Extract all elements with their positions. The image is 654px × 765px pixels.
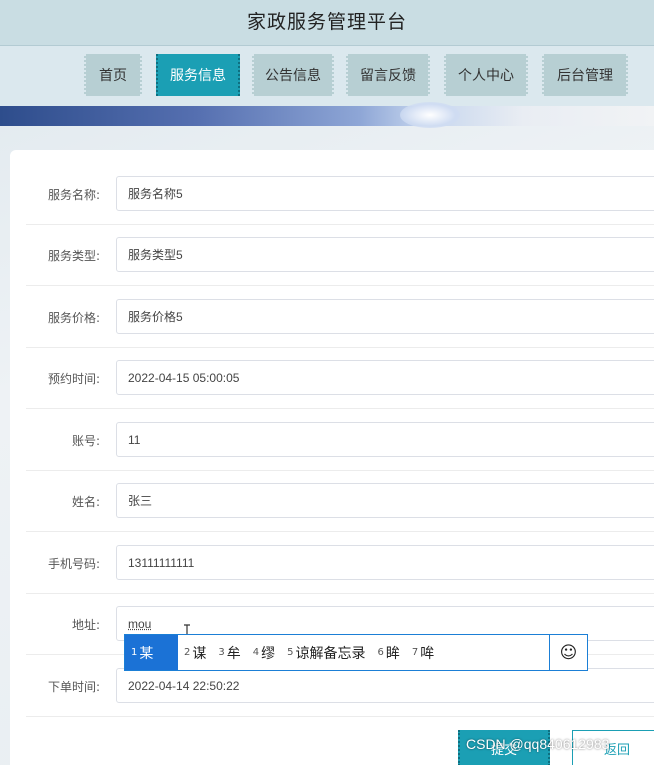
- watermark-text: CSDN @qq840612983: [466, 736, 610, 752]
- ime-composition-text: mou: [128, 616, 152, 631]
- site-title: 家政服务管理平台: [246, 11, 407, 33]
- field-label: 预约时间:: [47, 371, 100, 386]
- nav-announcements[interactable]: 公告信息: [252, 54, 334, 96]
- service-name-input[interactable]: 服务名称5: [116, 176, 654, 211]
- field-label: 下单时间:: [47, 679, 100, 694]
- account-input[interactable]: 11: [116, 422, 654, 457]
- nav-feedback[interactable]: 留言反馈: [346, 54, 430, 96]
- main-nav: 首页 服务信息 公告信息 留言反馈 个人中心 后台管理: [0, 46, 654, 106]
- phone-input[interactable]: 13111111111: [116, 545, 654, 580]
- form-row-service-type: 服务类型: 服务类型5: [26, 224, 654, 286]
- smiley-icon[interactable]: ☺: [549, 635, 587, 670]
- ime-candidate[interactable]: 1某: [125, 635, 178, 670]
- order-time-input[interactable]: 2022-04-14 22:50:22: [116, 668, 654, 703]
- field-label: 服务类型:: [47, 248, 100, 263]
- site-header: 家政服务管理平台: [0, 0, 654, 46]
- form-row-appointment-time: 预约时间: 2022-04-15 05:00:05: [26, 347, 654, 409]
- service-price-input[interactable]: 服务价格5: [116, 299, 654, 334]
- form-row-account: 账号: 11: [26, 409, 654, 471]
- service-type-input[interactable]: 服务类型5: [116, 237, 654, 272]
- form-row-phone: 手机号码: 13111111111: [26, 532, 654, 594]
- field-label: 服务名称:: [47, 187, 100, 202]
- ime-candidate-bar: 1某 2谋 3牟 4缪 5 谅解备忘录 6眸 7哞 ☺: [124, 634, 588, 671]
- ime-candidate[interactable]: 3牟: [212, 635, 246, 670]
- nav-home[interactable]: 首页: [84, 54, 142, 96]
- form-row-service-name: 服务名称: 服务名称5: [26, 163, 654, 225]
- field-label: 服务价格:: [47, 310, 100, 325]
- banner-image: [0, 102, 654, 128]
- nav-personal-center[interactable]: 个人中心: [444, 54, 528, 96]
- ime-candidate[interactable]: 5 谅解备忘录: [281, 635, 371, 670]
- nav-admin[interactable]: 后台管理: [542, 54, 628, 96]
- name-input[interactable]: 张三: [116, 483, 654, 518]
- form-row-name: 姓名: 张三: [26, 470, 654, 532]
- field-label: 地址:: [71, 617, 100, 632]
- ime-candidate[interactable]: 4缪: [247, 635, 281, 670]
- form-row-service-price: 服务价格: 服务价格5: [26, 286, 654, 348]
- field-label: 账号:: [71, 433, 100, 448]
- appointment-time-input[interactable]: 2022-04-15 05:00:05: [116, 360, 654, 395]
- field-label: 姓名:: [71, 494, 100, 509]
- banner-flower: [400, 102, 460, 128]
- ime-candidate[interactable]: 6眸: [372, 635, 406, 670]
- ime-candidate[interactable]: 7哞: [406, 635, 440, 670]
- field-label: 手机号码:: [47, 556, 100, 571]
- ime-candidate[interactable]: 2谋: [178, 635, 212, 670]
- nav-service-info[interactable]: 服务信息: [156, 54, 240, 96]
